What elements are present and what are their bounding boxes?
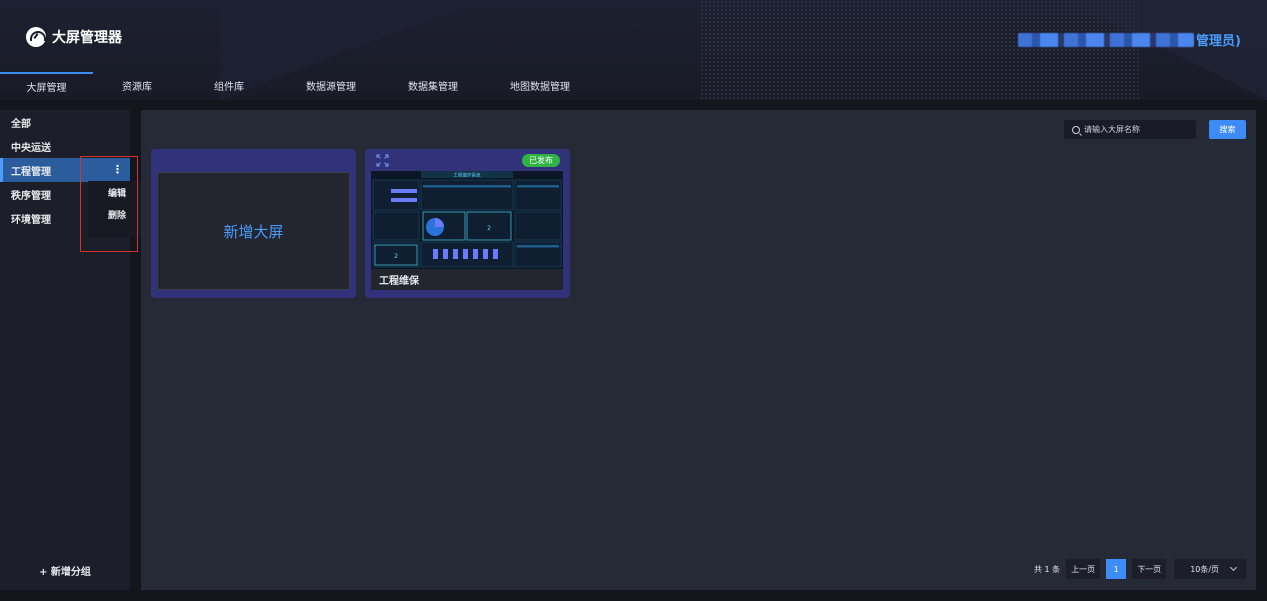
tab-resource-library[interactable]: 资源库 — [93, 72, 181, 99]
pagination: 共 1 条 上一页 1 下一页 10条/页 — [1034, 559, 1247, 579]
tab-screen-management[interactable]: 大屏管理 — [0, 72, 93, 99]
svg-text:2: 2 — [394, 253, 398, 260]
redacted-username — [1018, 32, 1195, 47]
dashboard-gauge-icon — [26, 27, 46, 47]
sidebar-item-label: 工程管理 — [11, 166, 51, 178]
screen-thumbnail: 工程维护系统 2 2 — [371, 171, 563, 269]
sidebar-item-all[interactable]: 全部 — [0, 110, 130, 134]
search-icon — [1072, 125, 1080, 134]
svg-text:2: 2 — [487, 225, 491, 232]
next-page-button[interactable]: 下一页 — [1132, 559, 1167, 579]
main-nav: 大屏管理 资源库 组件库 数据源管理 数据集管理 地图数据管理 — [0, 72, 599, 99]
tab-component-library[interactable]: 组件库 — [181, 72, 277, 99]
tab-datasource-management[interactable]: 数据源管理 — [277, 72, 385, 99]
user-role: 管理员) — [1196, 34, 1241, 49]
search-button[interactable]: 搜索 — [1209, 120, 1246, 139]
highlight-annotation — [80, 156, 138, 252]
prev-page-button[interactable]: 上一页 — [1066, 559, 1101, 579]
main-content: 搜索 新增大屏 已发布 工程维护系统 — [141, 110, 1256, 590]
page-size-select[interactable]: 10条/页 — [1174, 559, 1247, 579]
search-box — [1064, 120, 1196, 139]
screen-card-title: 工程维保 — [371, 269, 563, 290]
fullscreen-icon[interactable] — [376, 154, 389, 167]
page-number-current[interactable]: 1 — [1106, 559, 1127, 579]
app-title: 大屏管理器 — [52, 30, 122, 46]
new-screen-card[interactable]: 新增大屏 — [151, 149, 356, 298]
app-logo: 大屏管理器 — [26, 27, 122, 47]
tab-dataset-management[interactable]: 数据集管理 — [385, 72, 481, 99]
add-group-button[interactable]: + 新增分组 — [0, 563, 130, 578]
search-input[interactable] — [1084, 125, 1194, 134]
header-decoration — [1067, 0, 1267, 100]
top-header: 大屏管理器 管理员) 大屏管理 资源库 组件库 数据源管理 数据集管理 地图数据… — [0, 0, 1267, 100]
page-size-value: 10条/页 — [1190, 564, 1220, 574]
sidebar-item-central-transport[interactable]: 中央运送 — [0, 134, 130, 158]
chevron-down-icon — [1230, 563, 1238, 572]
screen-card[interactable]: 已发布 工程维护系统 2 2 工程维保 — [365, 149, 570, 298]
user-info[interactable]: 管理员) — [1018, 30, 1241, 49]
pagination-total: 共 1 条 — [1034, 564, 1061, 574]
status-badge: 已发布 — [522, 154, 560, 167]
new-screen-label: 新增大屏 — [157, 172, 350, 290]
tab-map-data-management[interactable]: 地图数据管理 — [481, 72, 599, 99]
thumbnail-preview: 工程维护系统 2 2 — [371, 171, 563, 269]
thumbnail-title: 工程维护系统 — [454, 172, 481, 179]
